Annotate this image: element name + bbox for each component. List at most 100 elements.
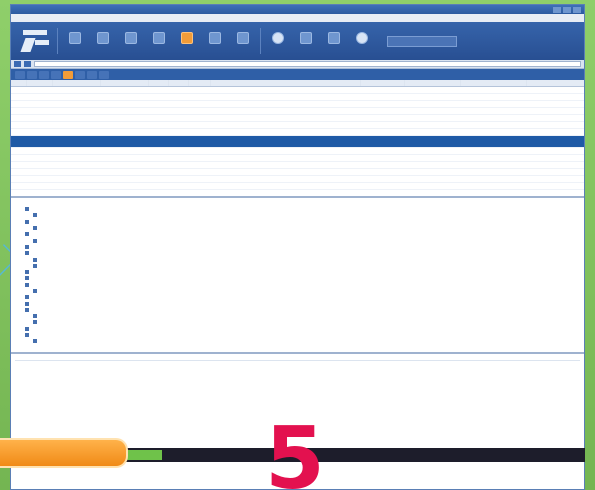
expand-icon[interactable] bbox=[25, 276, 29, 281]
step-number: 5 bbox=[265, 409, 325, 490]
inspector-tree bbox=[11, 198, 584, 354]
back-icon[interactable] bbox=[14, 61, 21, 67]
toolbar-button-find[interactable] bbox=[204, 31, 226, 51]
expand-icon[interactable] bbox=[33, 263, 37, 268]
inspector-nodes bbox=[15, 206, 580, 345]
expand-icon[interactable] bbox=[25, 282, 29, 287]
maximize-icon[interactable] bbox=[563, 6, 571, 13]
session-row[interactable] bbox=[11, 169, 584, 176]
column-header[interactable] bbox=[405, 80, 461, 86]
session-row[interactable] bbox=[11, 155, 584, 162]
decode-icon bbox=[153, 31, 165, 44]
toolbar-button-go[interactable] bbox=[92, 31, 114, 51]
column-header[interactable] bbox=[189, 80, 211, 86]
toolbar-button-stream[interactable] bbox=[120, 31, 142, 51]
toolbar-separator bbox=[260, 28, 261, 54]
toolbar-button-browse[interactable] bbox=[267, 31, 289, 51]
filter-tab[interactable] bbox=[87, 70, 97, 79]
column-header[interactable] bbox=[53, 80, 101, 86]
column-header[interactable] bbox=[101, 80, 149, 86]
session-row[interactable] bbox=[11, 176, 584, 183]
toolbar-button-keep[interactable] bbox=[176, 31, 198, 51]
window-controls bbox=[553, 6, 581, 13]
expand-icon[interactable] bbox=[25, 307, 29, 312]
clear-icon bbox=[300, 31, 312, 44]
online-icon bbox=[356, 31, 368, 44]
session-row[interactable] bbox=[11, 87, 584, 94]
title-bar bbox=[11, 5, 584, 14]
toolbar-button-clear[interactable] bbox=[295, 31, 317, 51]
expand-icon[interactable] bbox=[25, 270, 29, 275]
app-logo-icon bbox=[20, 26, 51, 56]
column-header[interactable] bbox=[169, 80, 189, 86]
session-row[interactable] bbox=[11, 101, 584, 108]
menu-bar bbox=[11, 14, 584, 22]
toolbar-button-tools[interactable] bbox=[323, 31, 345, 51]
session-rows bbox=[11, 87, 584, 190]
filter-tab[interactable] bbox=[99, 70, 109, 79]
expand-icon[interactable] bbox=[25, 251, 29, 256]
filter-tab[interactable] bbox=[51, 70, 61, 79]
main-toolbar bbox=[11, 22, 584, 60]
toolbar-button-online[interactable] bbox=[351, 31, 373, 51]
go-icon bbox=[97, 31, 109, 44]
column-header[interactable] bbox=[149, 80, 169, 86]
session-row[interactable] bbox=[11, 94, 584, 101]
status-bar bbox=[110, 448, 585, 462]
status-indicator bbox=[126, 450, 162, 460]
session-row[interactable] bbox=[11, 129, 584, 136]
filter-tab[interactable] bbox=[27, 70, 37, 79]
column-header[interactable] bbox=[461, 80, 527, 86]
find-icon bbox=[209, 31, 221, 44]
session-row[interactable] bbox=[11, 122, 584, 129]
address-bar bbox=[11, 60, 584, 69]
filter-tab[interactable] bbox=[75, 70, 85, 79]
toolbar-separator bbox=[57, 28, 58, 54]
session-row[interactable] bbox=[11, 162, 584, 169]
expand-icon[interactable] bbox=[25, 295, 29, 300]
session-row-selected[interactable] bbox=[11, 136, 584, 148]
filter-tab-active[interactable] bbox=[63, 70, 73, 79]
filter-tab[interactable] bbox=[39, 70, 49, 79]
expand-icon[interactable] bbox=[25, 326, 29, 331]
column-header[interactable] bbox=[211, 80, 361, 86]
expand-icon[interactable] bbox=[33, 314, 37, 319]
expand-icon[interactable] bbox=[33, 320, 37, 325]
forward-icon[interactable] bbox=[24, 61, 31, 67]
expand-icon[interactable] bbox=[33, 289, 37, 293]
session-row[interactable] bbox=[11, 148, 584, 155]
toolbar-button-save[interactable] bbox=[232, 31, 254, 51]
session-list bbox=[11, 80, 584, 198]
column-header[interactable] bbox=[27, 80, 53, 86]
session-row[interactable] bbox=[11, 115, 584, 122]
close-icon[interactable] bbox=[573, 6, 581, 13]
expand-icon[interactable] bbox=[25, 207, 29, 212]
toolbar-button-decode[interactable] bbox=[148, 31, 170, 51]
expand-icon[interactable] bbox=[25, 333, 29, 338]
session-row[interactable] bbox=[11, 183, 584, 190]
session-row[interactable] bbox=[11, 108, 584, 115]
save-icon bbox=[237, 31, 249, 44]
expand-icon[interactable] bbox=[25, 219, 29, 224]
filter-tab[interactable] bbox=[15, 70, 25, 79]
tools-icon bbox=[328, 31, 340, 44]
expand-icon[interactable] bbox=[25, 232, 29, 237]
callout-bar bbox=[0, 438, 128, 468]
expand-icon[interactable] bbox=[25, 244, 29, 249]
column-header[interactable] bbox=[11, 80, 27, 86]
address-input[interactable] bbox=[34, 61, 581, 67]
toolbar-button-remove[interactable] bbox=[64, 31, 86, 51]
toolbar-search-input[interactable] bbox=[387, 35, 457, 47]
expand-icon[interactable] bbox=[25, 301, 29, 306]
stream-icon bbox=[125, 31, 137, 44]
expand-icon[interactable] bbox=[33, 257, 37, 262]
minimize-icon[interactable] bbox=[553, 6, 561, 13]
browse-icon bbox=[272, 31, 284, 44]
expand-icon[interactable] bbox=[33, 339, 37, 344]
expand-icon[interactable] bbox=[33, 238, 37, 243]
tree-node[interactable] bbox=[15, 338, 580, 344]
remove-icon bbox=[69, 31, 81, 44]
expand-icon[interactable] bbox=[33, 213, 37, 218]
column-header[interactable] bbox=[361, 80, 405, 86]
expand-icon[interactable] bbox=[33, 226, 37, 231]
